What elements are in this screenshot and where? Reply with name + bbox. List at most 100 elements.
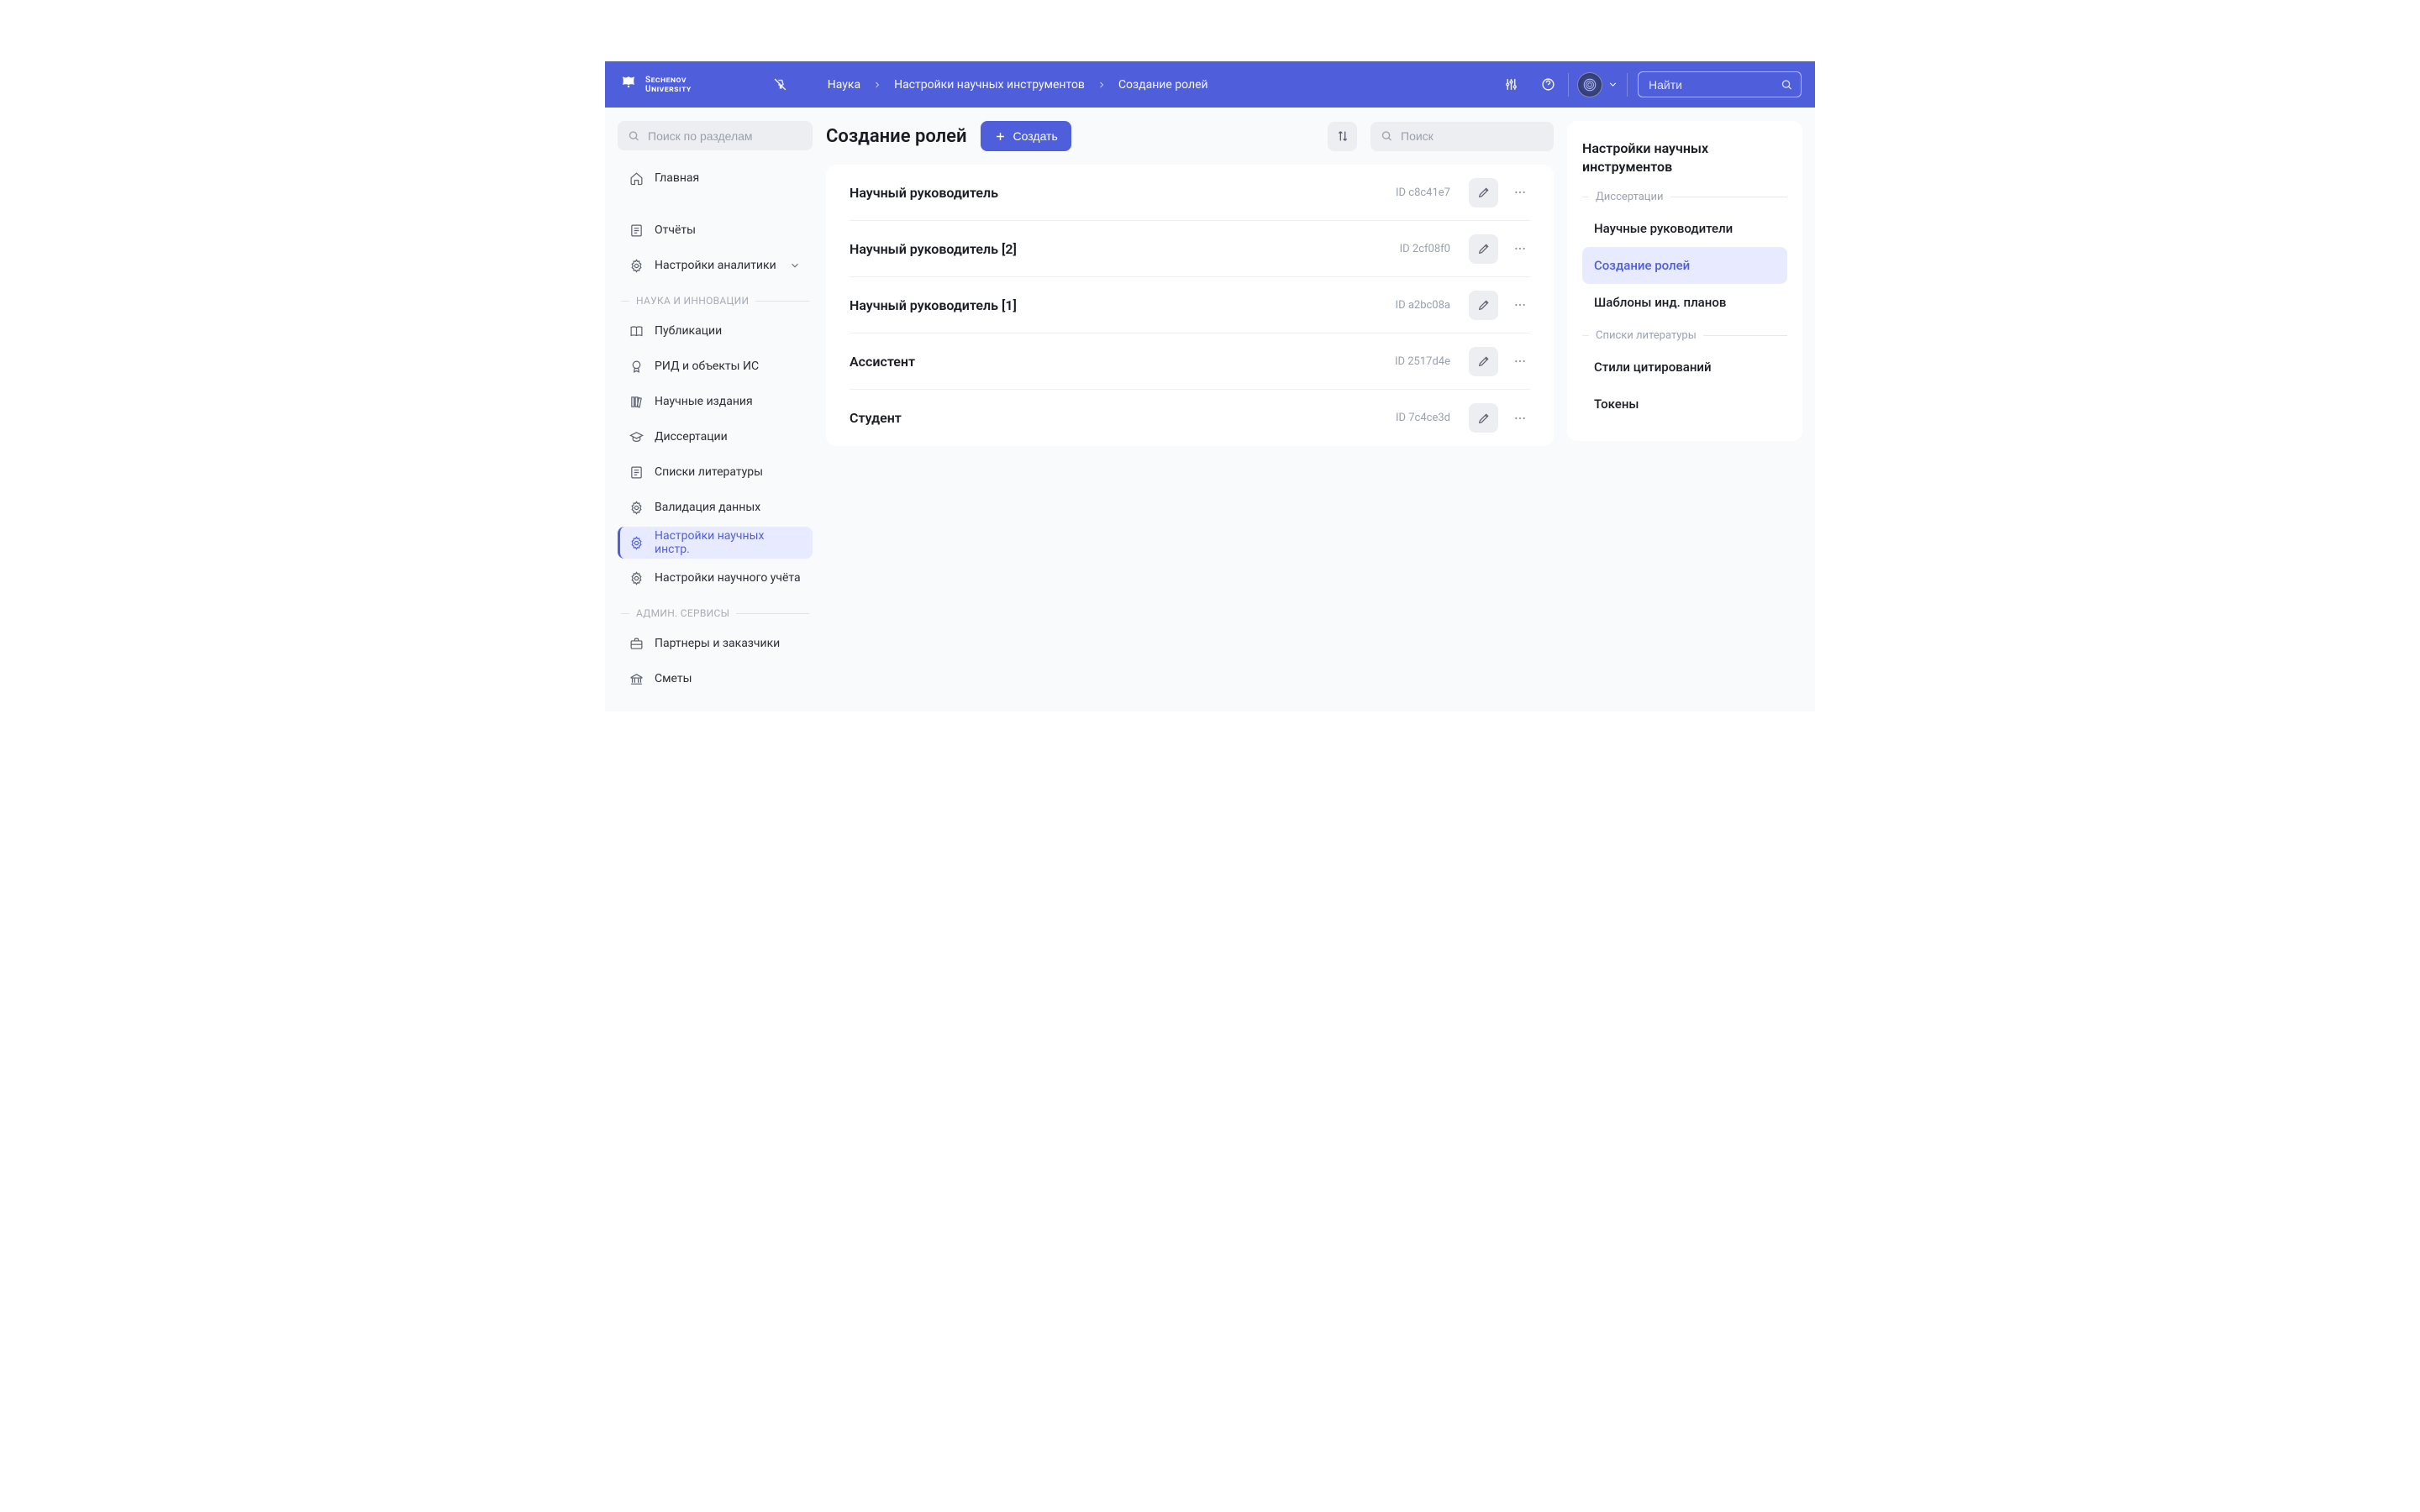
rp-item[interactable]: Стили цитирований: [1582, 349, 1787, 386]
sidebar-item-label: РИД и объекты ИС: [655, 360, 759, 373]
sidebar-item-label: Сметы: [655, 672, 692, 685]
sidebar-item-sci-tool-settings[interactable]: Настройки научных инстр.: [618, 527, 813, 559]
search-icon: [1381, 130, 1393, 143]
graduation-icon: [629, 430, 644, 444]
role-id: ID a2bc08a: [1396, 299, 1450, 312]
help-icon: [1541, 77, 1555, 92]
sidebar-item-label: Публикации: [655, 324, 722, 338]
main-search: [1370, 122, 1554, 151]
sidebar-item-literature-lists[interactable]: Списки литературы: [618, 456, 813, 488]
pin-button[interactable]: [767, 71, 794, 98]
sidebar: Главная Отчёты Настройки аналитики НАУКА…: [618, 121, 813, 695]
logo[interactable]: SechenovUniversity: [618, 75, 692, 95]
sidebar-item-partners[interactable]: Партнеры и заказчики: [618, 627, 813, 659]
logo-icon: [618, 75, 639, 95]
sidebar-item-label: Научные издания: [655, 395, 753, 408]
role-title: Ассистент: [850, 354, 1395, 370]
rp-item[interactable]: Токены: [1582, 386, 1787, 423]
book-icon: [629, 324, 644, 339]
sliders-icon: [1504, 77, 1518, 92]
edit-button[interactable]: [1469, 347, 1498, 376]
rp-item[interactable]: Создание ролей: [1582, 247, 1787, 284]
chevron-down-icon: [1607, 79, 1618, 90]
sidebar-search-input[interactable]: [618, 121, 813, 150]
document-icon: [629, 223, 644, 238]
roles-list: Научный руководительID c8c41e7Научный ру…: [826, 165, 1554, 446]
more-button[interactable]: [1510, 408, 1530, 428]
sidebar-item-label: Настройки научных инстр.: [655, 529, 801, 556]
sidebar-item-home[interactable]: Главная: [618, 162, 813, 194]
rp-item[interactable]: Научные руководители: [1582, 210, 1787, 247]
breadcrumb-item-1[interactable]: Настройки научных инструментов: [894, 78, 1085, 92]
more-horizontal-icon: [1513, 354, 1527, 368]
library-icon: [629, 395, 644, 409]
help-button[interactable]: [1529, 70, 1566, 100]
global-search-input[interactable]: [1638, 71, 1802, 97]
divider: [1568, 73, 1569, 97]
pencil-icon: [1477, 298, 1491, 312]
sidebar-item-budgets[interactable]: Сметы: [618, 663, 813, 695]
sidebar-item-sci-acct-settings[interactable]: Настройки научного учёта: [618, 562, 813, 594]
role-title: Научный руководитель [2]: [850, 241, 1400, 257]
sidebar-item-editions[interactable]: Научные издания: [618, 386, 813, 417]
sidebar-item-rid[interactable]: РИД и объекты ИС: [618, 350, 813, 382]
role-row: СтудентID 7c4ce3d: [850, 390, 1530, 446]
home-icon: [629, 171, 644, 186]
sidebar-item-label: Диссертации: [655, 430, 728, 444]
gear-icon: [629, 501, 644, 515]
header-right: [1492, 70, 1802, 100]
right-panel-title: Настройки научных инструментов: [1582, 139, 1787, 176]
sidebar-search: [618, 121, 813, 150]
sidebar-item-analytics-settings[interactable]: Настройки аналитики: [618, 249, 813, 281]
sidebar-item-label: Настройки научного учёта: [655, 571, 801, 585]
user-menu[interactable]: [1577, 72, 1618, 97]
more-button[interactable]: [1510, 351, 1530, 371]
chevron-right-icon: [872, 80, 882, 90]
logo-text: SechenovUniversity: [645, 76, 692, 94]
breadcrumb-item-0[interactable]: Наука: [828, 78, 860, 92]
pencil-icon: [1477, 412, 1491, 425]
gear-icon: [629, 259, 644, 273]
role-id: ID 7c4ce3d: [1396, 412, 1450, 424]
sidebar-item-dissertations[interactable]: Диссертации: [618, 421, 813, 453]
top-header: SechenovUniversity Наука Настройки научн…: [605, 61, 1815, 108]
page-title: Создание ролей: [826, 126, 967, 147]
more-horizontal-icon: [1513, 242, 1527, 255]
more-horizontal-icon: [1513, 186, 1527, 199]
briefcase-icon: [629, 637, 644, 651]
plus-icon: [994, 130, 1007, 143]
more-button[interactable]: [1510, 295, 1530, 315]
main-content: Создание ролей Создать Научный руководит…: [826, 121, 1554, 446]
sidebar-item-label: Валидация данных: [655, 501, 760, 514]
sidebar-item-validation[interactable]: Валидация данных: [618, 491, 813, 523]
pencil-icon: [1477, 242, 1491, 255]
edit-button[interactable]: [1469, 178, 1498, 207]
role-id: ID c8c41e7: [1396, 186, 1450, 199]
rp-item[interactable]: Шаблоны инд. планов: [1582, 284, 1787, 321]
more-button[interactable]: [1510, 239, 1530, 259]
role-id: ID 2517d4e: [1395, 355, 1450, 368]
filters-button[interactable]: [1492, 70, 1529, 100]
sidebar-item-label: Главная: [655, 171, 699, 185]
sidebar-item-label: Партнеры и заказчики: [655, 637, 780, 650]
sidebar-item-label: Настройки аналитики: [655, 259, 776, 272]
pencil-icon: [1477, 186, 1491, 199]
edit-button[interactable]: [1469, 291, 1498, 320]
sidebar-item-reports[interactable]: Отчёты: [618, 214, 813, 246]
main-search-input[interactable]: [1370, 122, 1554, 151]
gear-icon: [629, 536, 644, 550]
sidebar-item-label: Списки литературы: [655, 465, 763, 479]
sidebar-item-publications[interactable]: Публикации: [618, 315, 813, 347]
create-button[interactable]: Создать: [981, 121, 1071, 151]
edit-button[interactable]: [1469, 403, 1498, 433]
divider: [1627, 73, 1628, 97]
search-icon: [628, 129, 640, 142]
edit-button[interactable]: [1469, 234, 1498, 264]
more-button[interactable]: [1510, 182, 1530, 202]
create-button-label: Создать: [1013, 129, 1058, 143]
sidebar-section-science: НАУКА И ИННОВАЦИИ: [618, 295, 813, 307]
breadcrumb-item-2[interactable]: Создание ролей: [1118, 78, 1208, 92]
list-icon: [629, 465, 644, 480]
role-title: Научный руководитель [1]: [850, 297, 1396, 313]
sort-button[interactable]: [1328, 122, 1357, 151]
